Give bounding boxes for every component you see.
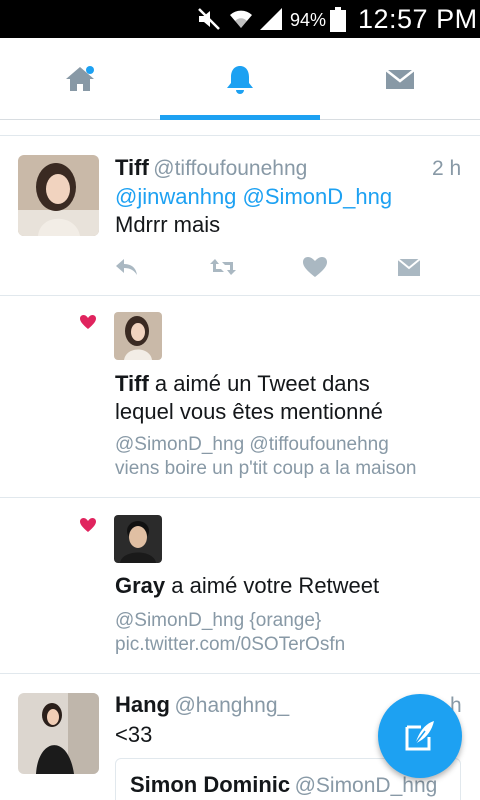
preview-line: @SimonD_hng {orange} bbox=[115, 610, 322, 631]
battery-percent: 94% bbox=[290, 10, 327, 30]
tweet-text: <33 bbox=[115, 722, 153, 747]
status-bar: 94% 12:57 PM bbox=[0, 0, 480, 38]
mute-icon bbox=[198, 8, 220, 30]
notification-title: Tiff a aimé un Tweet dans lequel vous êt… bbox=[115, 370, 383, 426]
avatar[interactable] bbox=[18, 155, 99, 236]
divider bbox=[0, 135, 480, 136]
compose-icon bbox=[405, 721, 434, 751]
tweet-author-name[interactable]: Hang bbox=[115, 692, 170, 717]
mention-link[interactable]: @SimonD_hng bbox=[243, 184, 393, 209]
preview-link[interactable]: pic.twitter.com/0SOTerOsfn bbox=[115, 634, 345, 655]
divider bbox=[0, 497, 480, 498]
notification-action-text: a aimé votre Retweet bbox=[165, 573, 380, 598]
avatar[interactable] bbox=[114, 515, 162, 563]
notification-user-name[interactable]: Tiff bbox=[115, 371, 149, 396]
notification-tweet-preview: @SimonD_hng @tiffoufounehng viens boire … bbox=[115, 433, 416, 481]
reply-icon[interactable] bbox=[114, 256, 140, 278]
status-clock: 12:57 PM bbox=[358, 4, 478, 34]
divider bbox=[0, 295, 480, 296]
quoted-author-name: Simon Dominic bbox=[130, 772, 291, 797]
tab-home[interactable] bbox=[0, 38, 160, 120]
signal-icon bbox=[260, 8, 282, 30]
tweet-author-handle[interactable]: @tiffoufounehng bbox=[153, 157, 307, 180]
bell-icon bbox=[227, 66, 253, 94]
battery-icon bbox=[330, 7, 346, 32]
tweet-author-handle[interactable]: @hanghng_ bbox=[174, 694, 289, 717]
heart-icon bbox=[80, 315, 96, 329]
notifications-timeline[interactable]: Tiff @tiffoufounehng 2 h @jinwanhng @Sim… bbox=[0, 120, 480, 800]
compose-tweet-button[interactable] bbox=[378, 694, 462, 778]
preview-line: viens boire un p'tit coup a la maison bbox=[115, 458, 417, 479]
avatar-hang-image bbox=[18, 693, 99, 774]
avatar-tiff-image bbox=[18, 155, 99, 236]
tab-messages[interactable] bbox=[320, 38, 480, 120]
heart-icon bbox=[80, 518, 96, 532]
retweet-icon[interactable] bbox=[210, 256, 236, 278]
tweet-time: 2 h bbox=[432, 157, 462, 180]
tab-notifications[interactable] bbox=[160, 38, 320, 120]
avatar[interactable] bbox=[114, 312, 162, 360]
avatar-tiff-image bbox=[114, 312, 162, 360]
wifi-icon bbox=[230, 10, 252, 28]
avatar-gray-image bbox=[114, 515, 162, 563]
mention-link[interactable]: @jinwanhng bbox=[115, 184, 236, 209]
notification-action-text: a aimé un Tweet dans bbox=[148, 371, 370, 396]
divider bbox=[0, 673, 480, 674]
preview-line: @SimonD_hng @tiffoufounehng bbox=[115, 434, 389, 455]
notification-action-text: lequel vous êtes mentionné bbox=[115, 399, 383, 424]
tweet-text: Mdrrr mais bbox=[115, 212, 221, 237]
envelope-icon bbox=[385, 69, 415, 89]
tweet-body: @jinwanhng @SimonD_hng Mdrrr mais bbox=[115, 183, 392, 239]
tweet-author-name[interactable]: Tiff bbox=[115, 155, 149, 180]
dm-icon[interactable] bbox=[396, 256, 422, 278]
notification-tweet-preview: @SimonD_hng {orange} pic.twitter.com/0SO… bbox=[115, 609, 345, 657]
notification-title: Gray a aimé votre Retweet bbox=[115, 572, 379, 600]
notification-user-name[interactable]: Gray bbox=[115, 573, 165, 598]
home-icon bbox=[66, 66, 94, 91]
tab-bar bbox=[0, 38, 480, 120]
like-icon[interactable] bbox=[302, 256, 328, 278]
avatar[interactable] bbox=[18, 693, 99, 774]
